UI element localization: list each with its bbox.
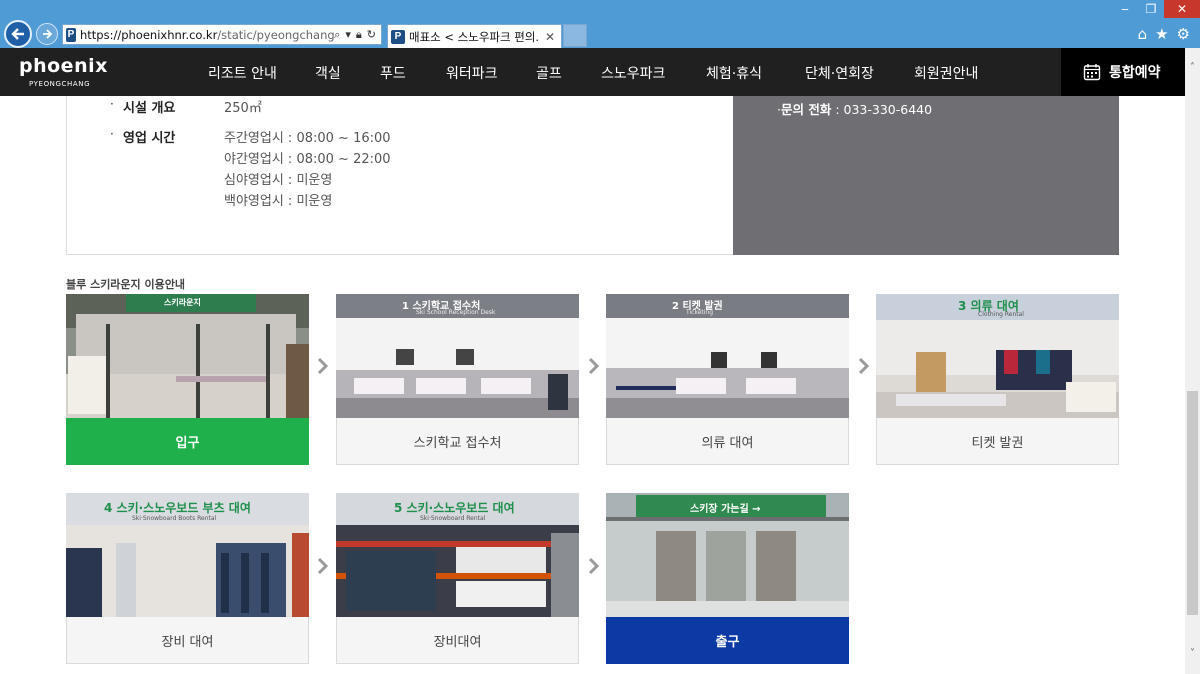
close-window-icon[interactable]: ✕: [1164, 0, 1200, 18]
menu-membership[interactable]: 회원권안내: [914, 63, 978, 83]
page-scrollbar[interactable]: ˄ ˅: [1185, 48, 1200, 674]
photo-sign-subtext: Ticketing: [686, 309, 714, 316]
scroll-down-icon[interactable]: ˅: [1185, 646, 1200, 661]
step-caption: 입구: [66, 418, 309, 465]
contact-panel: [733, 96, 1119, 255]
chevron-right-icon: [858, 357, 870, 375]
settings-gear-icon[interactable]: ⚙: [1177, 25, 1190, 43]
back-button[interactable]: [4, 20, 32, 48]
exit-photo: 스키장 가는길 →: [606, 493, 849, 617]
calendar-icon: [1083, 64, 1101, 81]
photo-sign-text: 스키장 가는길 →: [690, 504, 761, 515]
menu-rooms[interactable]: 객실: [315, 63, 341, 83]
chevron-right-icon: [317, 357, 329, 375]
integrated-reservation-button[interactable]: 통합예약: [1061, 48, 1185, 96]
dropdown-icon[interactable]: ▾: [345, 28, 351, 41]
home-icon[interactable]: ⌂: [1138, 25, 1148, 43]
browser-tab[interactable]: P 매표소 < 스노우파크 편의... ✕: [387, 24, 562, 48]
step-card-clothing-rental: 2 티켓 발권 Ticketing 의류 대여: [606, 294, 849, 465]
contact-phone: ·문의 전화 : 033-330-6440: [777, 99, 932, 118]
hours-label: 영업 시간: [123, 131, 176, 146]
site-favicon-icon: P: [66, 27, 76, 42]
photo-sign-subtext: Ski·Snowboard Rental: [420, 515, 486, 522]
tab-title: 매표소 < 스노우파크 편의...: [409, 29, 539, 44]
close-tab-icon[interactable]: ✕: [545, 30, 555, 44]
arrow-right-icon: [43, 29, 53, 39]
site-header: phoenix PYEONGCHANG 리조트 안내 객실 푸드 워터파크 골프…: [0, 48, 1185, 96]
ski-rental-photo: 5 스키·스노우보드 대여 Ski·Snowboard Rental: [336, 493, 579, 617]
url-host: https://phoenixhnr.co.kr: [79, 27, 218, 42]
menu-group-banquet[interactable]: 단체·연회장: [805, 63, 874, 83]
menu-experience[interactable]: 체험·휴식: [706, 63, 762, 83]
address-bar[interactable]: P https://phoenixhnr.co.kr /static/pyeon…: [62, 24, 382, 45]
photo-sign-subtext: Ski School Reception Desk: [416, 309, 496, 316]
step-caption: 스키학교 접수처: [336, 418, 579, 465]
contact-label: 문의 전화: [780, 102, 832, 117]
menu-golf[interactable]: 골프: [536, 63, 562, 83]
refresh-icon[interactable]: ↻: [367, 28, 376, 41]
boots-rental-photo: 4 스키·스노우보드 부츠 대여 Ski·Snowboard Boots Ren…: [66, 493, 309, 617]
step-card-exit: 스키장 가는길 → 출구: [606, 493, 849, 664]
hours-night: 야간영업시 : 08:00 ~ 22:00: [224, 152, 391, 167]
restore-icon[interactable]: ❐: [1138, 0, 1164, 18]
step-card-equipment-rental: 4 스키·스노우보드 부츠 대여 Ski·Snowboard Boots Ren…: [66, 493, 309, 664]
menu-resort-info[interactable]: 리조트 안내: [208, 63, 277, 83]
entrance-photo: 스키라운지: [66, 294, 309, 418]
ticketing-photo: 2 티켓 발권 Ticketing: [606, 294, 849, 418]
scroll-up-icon[interactable]: ˄: [1185, 60, 1200, 75]
url-path: /static/pyeongchang/snov: [217, 27, 335, 42]
photo-sign-text: 스키라운지: [164, 298, 201, 307]
new-tab-button[interactable]: [563, 24, 587, 47]
chevron-right-icon: [317, 557, 329, 575]
menu-food[interactable]: 푸드: [380, 63, 406, 83]
photo-sign-text: 5 스키·스노우보드 대여: [394, 501, 515, 515]
step-card-entrance: 스키라운지 입구: [66, 294, 309, 465]
menu-snowpark[interactable]: 스노우파크: [601, 63, 665, 83]
step-caption: 장비대여: [336, 617, 579, 664]
ski-school-photo: 1 스키학교 접수처 Ski School Reception Desk: [336, 294, 579, 418]
tab-favicon-icon: P: [391, 29, 405, 44]
bullet-icon: ·: [110, 127, 114, 141]
clothing-rental-photo: 3 의류 대여 Clothing Rental: [876, 294, 1119, 418]
chevron-right-icon: [588, 557, 600, 575]
favorites-star-icon[interactable]: ★: [1155, 25, 1168, 43]
photo-sign-subtext: Clothing Rental: [978, 311, 1024, 318]
step-card-ski-school: 1 스키학교 접수처 Ski School Reception Desk 스키학…: [336, 294, 579, 465]
logo-subtitle: PYEONGCHANG: [29, 80, 91, 88]
arrow-left-icon: [11, 28, 24, 40]
minimize-icon[interactable]: ‒: [1112, 0, 1138, 18]
scrollbar-thumb[interactable]: [1187, 391, 1198, 615]
section-title: 블루 스키라운지 이용안내: [66, 278, 185, 291]
hours-late-night: 심야영업시 : 미운영: [224, 173, 333, 188]
lock-icon[interactable]: 🔒︎: [356, 28, 362, 42]
hours-white-night: 백야영업시 : 미운영: [224, 194, 333, 209]
forward-button[interactable]: [36, 23, 58, 45]
step-caption: 의류 대여: [606, 418, 849, 465]
menu-waterpark[interactable]: 워터파크: [446, 63, 498, 83]
step-card-equipment-rental-2: 5 스키·스노우보드 대여 Ski·Snowboard Rental 장비대여: [336, 493, 579, 664]
search-icon[interactable]: ⌕: [334, 28, 340, 42]
step-card-ticketing: 3 의류 대여 Clothing Rental 티켓 발권: [876, 294, 1119, 465]
browser-chrome: P https://phoenixhnr.co.kr /static/pyeon…: [0, 0, 1200, 48]
photo-sign-subtext: Ski·Snowboard Boots Rental: [132, 515, 217, 522]
bullet-icon: ·: [110, 97, 114, 111]
photo-sign-text: 4 스키·스노우보드 부츠 대여: [104, 501, 251, 515]
facility-label: 시설 개요: [123, 101, 176, 116]
contact-value: : 033-330-6440: [831, 102, 933, 117]
reserve-label: 통합예약: [1109, 65, 1161, 81]
facility-value: 250㎡: [224, 101, 262, 116]
step-caption: 장비 대여: [66, 617, 309, 664]
hours-day: 주간영업시 : 08:00 ~ 16:00: [224, 131, 391, 146]
step-caption: 티켓 발권: [876, 418, 1119, 465]
phoenix-logo[interactable]: phoenix: [19, 55, 108, 77]
chevron-right-icon: [588, 357, 600, 375]
step-caption: 출구: [606, 617, 849, 664]
